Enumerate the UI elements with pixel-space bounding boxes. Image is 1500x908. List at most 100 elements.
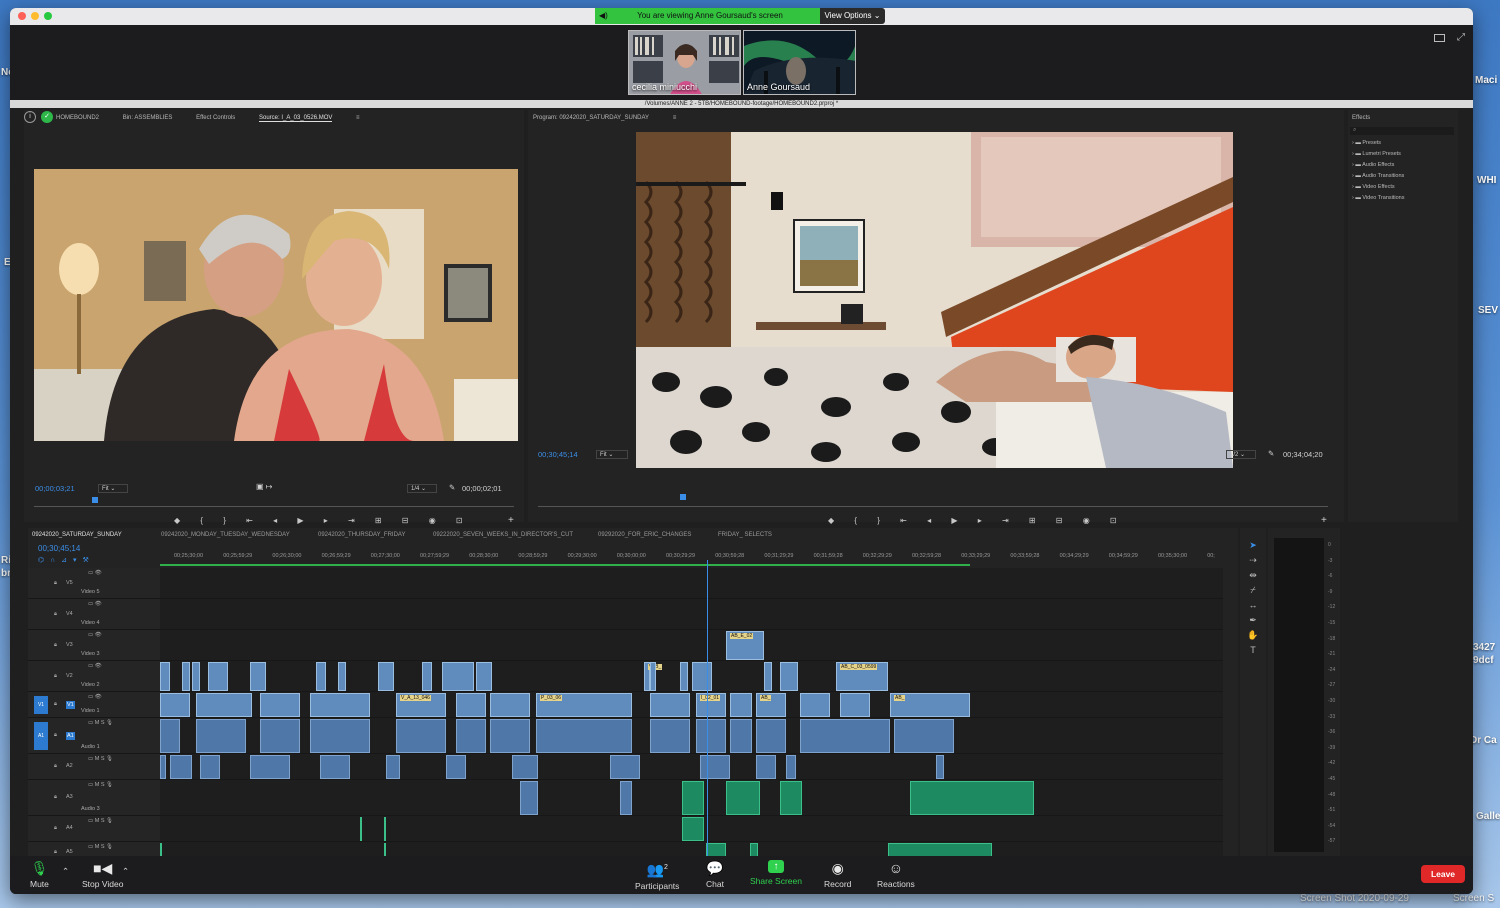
- timeline-clip[interactable]: [726, 781, 760, 815]
- timeline-clip[interactable]: [936, 755, 944, 779]
- tab-sequence[interactable]: 09222020_SEVEN_WEEKS_IN_DIRECTOR'S_CUT: [433, 528, 573, 542]
- menu-icon[interactable]: ≡: [356, 115, 360, 121]
- timeline-clip[interactable]: [696, 719, 726, 753]
- timeline-tool-icons[interactable]: ⌬∩⊿▾⚒: [38, 556, 95, 564]
- timeline-clip[interactable]: [320, 755, 350, 779]
- timeline-clip[interactable]: [780, 662, 798, 691]
- track-lane-a4[interactable]: [160, 816, 1223, 842]
- track-lane-v4[interactable]: [160, 599, 1223, 630]
- timeline-clip[interactable]: I_02_01: [696, 693, 726, 717]
- razor-tool-icon[interactable]: ⌿: [1240, 583, 1266, 598]
- track-header-a1[interactable]: A1 🔒︎ A1 ▭ M S 🎙︎ Audio 1: [28, 718, 160, 754]
- timeline-clip[interactable]: [384, 817, 386, 841]
- track-target-toggle[interactable]: [34, 603, 48, 626]
- track-target-toggle[interactable]: [34, 634, 48, 657]
- timeline-clip[interactable]: [730, 693, 752, 717]
- slip-tool-icon[interactable]: ↔: [1240, 598, 1266, 613]
- film-icon[interactable]: ▭ 👁︎: [88, 570, 102, 576]
- speaker-icon[interactable]: ▭ M S 🎙︎: [88, 720, 113, 726]
- timeline-clip[interactable]: [910, 781, 1034, 815]
- lock-icon[interactable]: 🔒︎: [54, 763, 57, 770]
- timeline-clip[interactable]: [310, 693, 370, 717]
- effects-panel-title[interactable]: Effects: [1352, 110, 1370, 126]
- tab-bin[interactable]: Bin: ASSEMBLIES: [123, 115, 173, 121]
- timeline-clip[interactable]: [512, 755, 538, 779]
- speaker-icon[interactable]: ▭ M S 🎙︎: [88, 844, 113, 850]
- tab-project[interactable]: HOMEBOUND2: [56, 115, 99, 121]
- timeline-clip[interactable]: [786, 755, 796, 779]
- program-timecode[interactable]: 00;30;45;14: [538, 450, 578, 459]
- track-header-v5[interactable]: 🔒︎ V5 ▭ 👁︎ Video 5: [28, 568, 160, 599]
- track-lane-a3[interactable]: [160, 780, 1223, 816]
- timeline-clip[interactable]: [396, 719, 446, 753]
- effects-search-input[interactable]: ⌕: [1350, 127, 1454, 135]
- timeline-clip[interactable]: [160, 662, 170, 691]
- timeline-clip[interactable]: [250, 662, 266, 691]
- participant-video[interactable]: cecilia miniucchi: [628, 30, 741, 95]
- timeline-clip[interactable]: [490, 693, 530, 717]
- timeline-clip[interactable]: [200, 755, 220, 779]
- timeline-clip[interactable]: [260, 719, 300, 753]
- add-button-icon[interactable]: +: [1321, 515, 1327, 526]
- selection-tool-icon[interactable]: ➤: [1240, 538, 1266, 553]
- timeline-clip[interactable]: [208, 662, 228, 691]
- timeline-clip[interactable]: [386, 755, 400, 779]
- timeline-clip[interactable]: [182, 662, 190, 691]
- timeline-clip[interactable]: [170, 755, 192, 779]
- program-transport-controls[interactable]: ◆ { } ⇤ ◂ ▶ ▸ ⇥ ⊞ ⊟ ◉ ⊡: [828, 516, 1126, 525]
- timeline-clip[interactable]: [476, 662, 492, 691]
- lock-icon[interactable]: 🔒︎: [54, 701, 57, 708]
- film-icon[interactable]: ▭ 👁︎: [88, 632, 102, 638]
- track-target-toggle[interactable]: [34, 758, 48, 776]
- lock-icon[interactable]: 🔒︎: [54, 849, 57, 856]
- ripple-edit-tool-icon[interactable]: ⇹: [1240, 568, 1266, 583]
- tab-sequence[interactable]: 09242020_THURSDAY_FRIDAY: [318, 528, 405, 542]
- timeline-clip[interactable]: [536, 719, 632, 753]
- wrench-icon[interactable]: ✎: [1268, 449, 1274, 458]
- timeline-clip[interactable]: [316, 662, 326, 691]
- source-transport-controls[interactable]: ◆ { } ⇤ ◂ ▶ ▸ ⇥ ⊞ ⊟ ◉ ⊡: [174, 516, 472, 525]
- timeline-clip[interactable]: [680, 662, 688, 691]
- lock-icon[interactable]: 🔒︎: [54, 673, 57, 680]
- hand-tool-icon[interactable]: ✋: [1240, 628, 1266, 643]
- timeline-clip[interactable]: [456, 719, 486, 753]
- timeline-clip[interactable]: AB_C_03_0599: [836, 662, 888, 691]
- track-target-toggle[interactable]: [34, 572, 48, 595]
- effects-item-audio-effects[interactable]: › ▬ Audio Effects: [1352, 160, 1404, 171]
- tab-source[interactable]: Source: I_A_03_0526.MOV: [258, 115, 333, 122]
- effects-item-video-transitions[interactable]: › ▬ Video Transitions: [1352, 193, 1404, 204]
- participants-button[interactable]: 👥2 Participants: [635, 860, 679, 891]
- playhead-marker[interactable]: [680, 494, 686, 500]
- marker-icon[interactable]: ▣ ↦: [256, 482, 272, 491]
- track-header-v2[interactable]: 🔒︎ V2 ▭ 👁︎ Video 2: [28, 661, 160, 692]
- track-lane-v1[interactable]: V_A_13_046 P_03_06 I_02_01 AB_ AB_: [160, 692, 1223, 718]
- playhead-marker[interactable]: [92, 497, 98, 503]
- track-header-v1[interactable]: V1 🔒︎ V1 ▭ 👁︎ Video 1: [28, 692, 160, 718]
- timeline-clip[interactable]: [422, 662, 432, 691]
- share-screen-button[interactable]: ↑ Share Screen: [750, 860, 802, 886]
- track-lane-v2[interactable]: V_B_AB_C_03_0599: [160, 661, 1223, 692]
- fit-dropdown[interactable]: Fit ⌄: [596, 450, 628, 459]
- source-timecode[interactable]: 00;00;03;21: [35, 484, 75, 493]
- source-scrubber[interactable]: [34, 506, 514, 507]
- timeline-clip[interactable]: [360, 817, 362, 841]
- lock-icon[interactable]: 🔒︎: [54, 794, 57, 801]
- timeline-clip[interactable]: [490, 719, 530, 753]
- speaker-icon[interactable]: ▭ M S 🎙︎: [88, 818, 113, 824]
- track-target-toggle[interactable]: A1: [34, 722, 48, 750]
- timeline-clip[interactable]: [620, 781, 632, 815]
- add-button-icon[interactable]: +: [508, 515, 514, 526]
- zoom-window-button[interactable]: [44, 12, 52, 20]
- reactions-button[interactable]: ☺ Reactions: [877, 860, 915, 889]
- lock-icon[interactable]: 🔒︎: [54, 580, 57, 587]
- timeline-clip[interactable]: [520, 781, 538, 815]
- track-header-v4[interactable]: 🔒︎ V4 ▭ 👁︎ Video 4: [28, 599, 160, 630]
- track-target-toggle[interactable]: [34, 784, 48, 812]
- leave-button[interactable]: Leave: [1421, 865, 1465, 883]
- speaker-icon[interactable]: ▭ M S 🎙︎: [88, 782, 113, 788]
- video-options-chevron-icon[interactable]: ⌃: [122, 866, 129, 877]
- pen-tool-icon[interactable]: ✒: [1240, 613, 1266, 628]
- film-icon[interactable]: ▭ 👁︎: [88, 663, 102, 669]
- track-target-toggle[interactable]: [34, 665, 48, 688]
- lock-icon[interactable]: 🔒︎: [54, 611, 57, 618]
